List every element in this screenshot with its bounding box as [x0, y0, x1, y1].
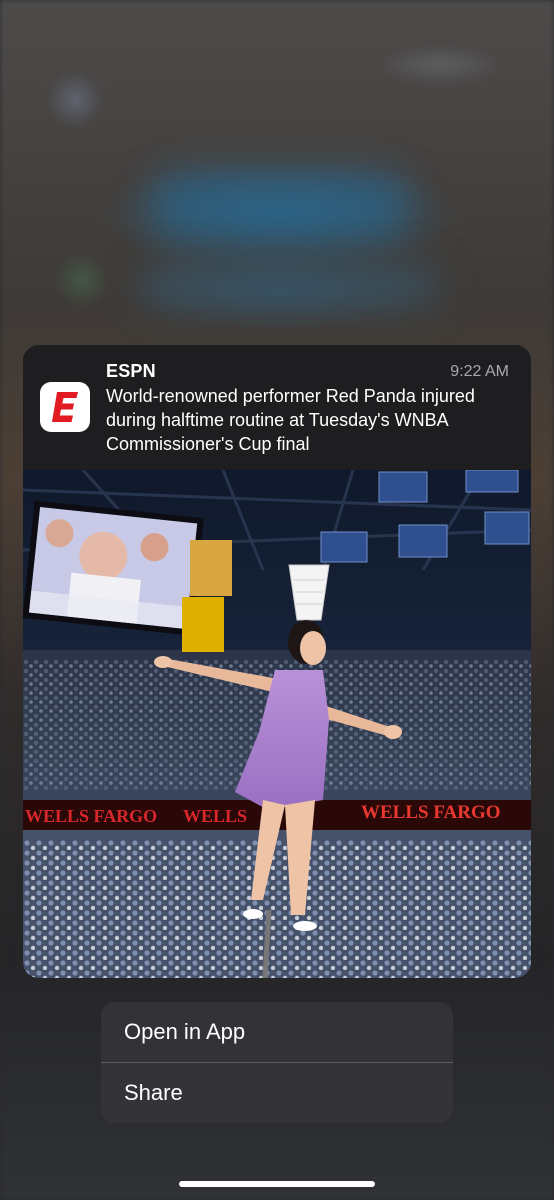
share-button[interactable]: Share	[101, 1063, 453, 1123]
jumbotron-side-panel-top	[190, 540, 232, 596]
notification-photo[interactable]: WELLS FARGO WELLS WELLS FARGO	[23, 470, 531, 978]
ribbon-text-left: WELLS FARGO	[25, 806, 157, 826]
app-name: ESPN	[106, 361, 156, 381]
espn-e-icon	[52, 392, 78, 422]
espn-app-icon	[40, 382, 90, 432]
blurred-widget-top	[150, 170, 410, 240]
context-menu: Open in App Share	[101, 1002, 453, 1123]
ribbon-text-middle: WELLS	[183, 806, 247, 826]
notification-card[interactable]: ESPN 9:22 AM World-renowned performer Re…	[23, 345, 531, 978]
notification-time: 9:22 AM	[450, 363, 509, 380]
open-in-app-button[interactable]: Open in App	[101, 1002, 453, 1062]
blurred-widget-bottom	[140, 260, 440, 310]
photo-illustration: WELLS FARGO WELLS WELLS FARGO	[23, 470, 531, 978]
ribbon-text-right: WELLS FARGO	[361, 802, 501, 823]
home-indicator[interactable]	[179, 1181, 375, 1187]
notification-header: ESPN 9:22 AM World-renowned performer Re…	[23, 345, 531, 470]
notification-message: World-renowned performer Red Panda injur…	[106, 386, 475, 454]
jumbotron-side-panel-bottom	[182, 597, 224, 652]
jumbotron	[23, 500, 204, 636]
